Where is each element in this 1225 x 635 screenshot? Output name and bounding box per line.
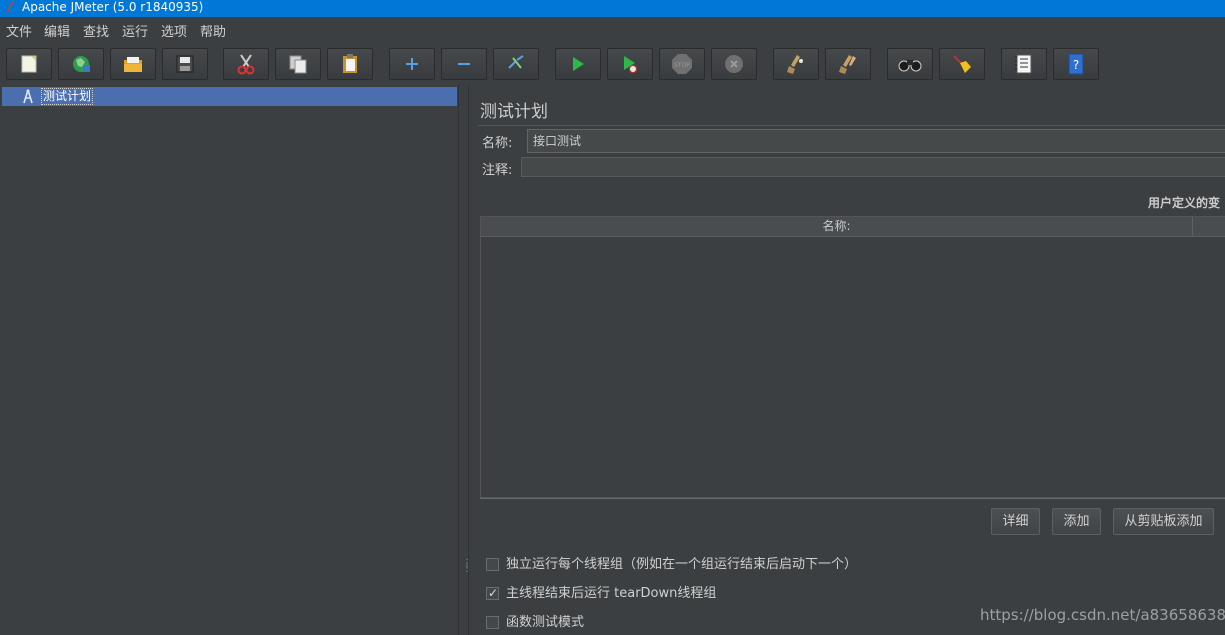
tree-node-label: 测试计划 xyxy=(41,88,94,105)
open-icon xyxy=(124,57,142,72)
svg-text:STOP: STOP xyxy=(674,62,690,69)
svg-text:?: ? xyxy=(1073,58,1079,72)
teardown-after-shutdown-checkbox[interactable]: ✓ 主线程结束后运行 tearDown线程组 xyxy=(486,585,746,603)
copy-icon xyxy=(289,55,307,74)
split-pane-divider[interactable]: ⋮ ⋮ xyxy=(458,85,472,635)
toggle-button[interactable] xyxy=(493,48,539,80)
clear-all-icon xyxy=(839,55,856,74)
templates-button[interactable] xyxy=(58,48,104,80)
run-thread-groups-consecutively-checkbox[interactable]: 独立运行每个线程组（例如在一个组运行结束后启动下一个） xyxy=(486,556,886,574)
templates-icon xyxy=(73,56,90,72)
paste-icon xyxy=(343,54,357,73)
start-icon xyxy=(573,57,584,71)
comment-field[interactable] xyxy=(521,157,1225,177)
user-defined-variables-caption: 用户定义的变 xyxy=(1148,196,1221,210)
name-label: 名称: xyxy=(482,136,513,151)
cut-icon xyxy=(237,54,255,75)
clear-button[interactable] xyxy=(773,48,819,80)
expand-icon xyxy=(406,58,418,70)
add-button[interactable]: 添加 xyxy=(1052,508,1101,535)
user-defined-variables-table[interactable]: 名称: xyxy=(480,216,1225,498)
checkbox-label: 独立运行每个线程组（例如在一个组运行结束后启动下一个） xyxy=(506,557,858,572)
checkbox-label: 函数测试模式 xyxy=(506,615,585,630)
checkbox-box[interactable]: ✓ xyxy=(486,586,499,600)
collapse-button[interactable] xyxy=(441,48,487,80)
collapse-icon xyxy=(458,63,470,65)
comment-label: 注释: xyxy=(482,163,513,178)
menu-run[interactable]: 运行 xyxy=(122,21,148,40)
title-separator xyxy=(478,125,1225,126)
function-helper-button[interactable] xyxy=(1001,48,1047,80)
shutdown-button[interactable] xyxy=(711,48,757,80)
window-title: Apache JMeter (5.0 r1840935) xyxy=(22,0,204,14)
toolbar: STOP ? xyxy=(0,41,1225,85)
add-from-clipboard-button[interactable]: 从剪贴板添加 xyxy=(1113,508,1214,535)
cut-button[interactable] xyxy=(223,48,269,80)
reset-search-button[interactable] xyxy=(939,48,985,80)
menu-bar: 文件 编辑 查找 运行 选项 帮助 xyxy=(0,17,1225,41)
tree-node-test-plan[interactable]: 测试计划 xyxy=(2,87,457,106)
checkmark-icon: ✓ xyxy=(488,586,499,600)
test-plan-icon xyxy=(23,89,33,104)
help-button[interactable]: ? xyxy=(1053,48,1099,80)
watermark-text: https://blog.csdn.net/a836586387 xyxy=(980,606,1225,624)
functional-test-mode-checkbox[interactable]: 函数测试模式 xyxy=(486,614,626,632)
menu-search[interactable]: 查找 xyxy=(83,21,109,40)
detail-button[interactable]: 详细 xyxy=(991,508,1040,535)
menu-edit[interactable]: 编辑 xyxy=(44,21,70,40)
name-field[interactable]: 接口测试 xyxy=(527,129,1225,153)
table-bottom-border xyxy=(480,498,1225,499)
binoculars-icon xyxy=(898,60,922,72)
test-plan-panel: 测试计划 名称: 接口测试 注释: 用户定义的变 名称: 详细 添加 从剪贴板添… xyxy=(470,85,1225,635)
clear-icon xyxy=(787,55,803,74)
panel-title: 测试计划 xyxy=(480,102,548,122)
clear-all-button[interactable] xyxy=(825,48,871,80)
column-header-name[interactable]: 名称: xyxy=(481,217,1193,236)
menu-help[interactable]: 帮助 xyxy=(200,21,226,40)
start-no-pauses-button[interactable] xyxy=(607,48,653,80)
search-button[interactable] xyxy=(887,48,933,80)
open-button[interactable] xyxy=(110,48,156,80)
test-plan-tree: 测试计划 xyxy=(0,85,458,635)
copy-button[interactable] xyxy=(275,48,321,80)
checkbox-box[interactable] xyxy=(486,558,499,571)
new-icon xyxy=(21,55,37,73)
checkbox-label: 主线程结束后运行 tearDown线程组 xyxy=(506,586,717,601)
stop-icon: STOP xyxy=(672,54,692,74)
checkbox-box[interactable] xyxy=(486,616,499,629)
paste-button[interactable] xyxy=(327,48,373,80)
shutdown-icon xyxy=(725,55,743,73)
broom-icon xyxy=(953,55,971,73)
start-no-pauses-icon xyxy=(624,56,637,73)
menu-options[interactable]: 选项 xyxy=(161,21,187,40)
function-helper-icon xyxy=(1015,54,1032,74)
new-button[interactable] xyxy=(6,48,52,80)
table-header: 名称: xyxy=(481,217,1225,237)
menu-file[interactable]: 文件 xyxy=(6,21,32,40)
jmeter-feather-icon xyxy=(7,1,14,14)
divider-grip-icon: ⋮ ⋮ xyxy=(462,558,472,574)
help-icon: ? xyxy=(1068,53,1084,75)
save-icon xyxy=(176,55,194,73)
title-bar: Apache JMeter (5.0 r1840935) xyxy=(0,0,1225,17)
toggle-icon xyxy=(508,55,524,69)
save-button[interactable] xyxy=(162,48,208,80)
expand-button[interactable] xyxy=(389,48,435,80)
stop-button[interactable]: STOP xyxy=(659,48,705,80)
start-button[interactable] xyxy=(555,48,601,80)
